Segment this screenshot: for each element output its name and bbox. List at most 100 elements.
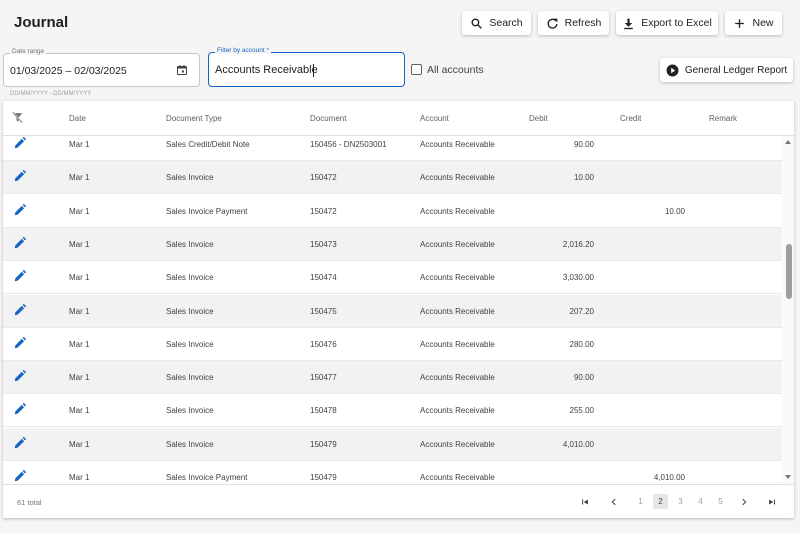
plus-icon (735, 18, 745, 28)
cell-account: Accounts Receivable (420, 173, 495, 183)
last-page-button[interactable] (764, 494, 779, 509)
cell-date: Mar 1 (69, 406, 90, 416)
table-row[interactable]: Mar 1 Sales Invoice 150472 Accounts Receiva… (3, 161, 782, 195)
account-filter-label: Filter by account * (215, 47, 272, 54)
new-button-label: New (752, 17, 774, 29)
cell-document-type: Sales Invoice (166, 373, 214, 383)
export-button-label: Export to Excel (641, 17, 712, 29)
general-ledger-report-label: General Ledger Report (684, 64, 788, 76)
cell-date: Mar 1 (69, 473, 90, 482)
cell-account: Accounts Receivable (420, 206, 495, 216)
table-row[interactable]: Mar 1 Sales Invoice 150477 Accounts Receiva… (3, 361, 782, 395)
cell-document-type: Sales Credit/Debit Note (166, 140, 250, 149)
edit-pencil-icon[interactable] (13, 369, 27, 383)
cell-document: 150474 (310, 273, 337, 283)
next-page-button[interactable] (736, 494, 751, 509)
calendar-icon[interactable] (176, 64, 188, 76)
cell-debit: 4,010.00 (562, 439, 594, 449)
column-header-document-type[interactable]: Document Type (166, 114, 222, 123)
cell-date: Mar 1 (69, 140, 90, 149)
cell-debit: 207.20 (569, 306, 594, 316)
cell-account: Accounts Receivable (420, 339, 495, 349)
table-row[interactable]: Mar 1 Sales Invoice 150475 Accounts Receiva… (3, 294, 782, 328)
cell-date: Mar 1 (69, 373, 90, 383)
first-page-button[interactable] (577, 494, 592, 509)
total-count: 61 total (17, 498, 42, 507)
cell-document-type: Sales Invoice (166, 439, 214, 449)
account-filter-input[interactable]: Filter by account * Accounts Receivable (208, 47, 405, 87)
edit-pencil-icon[interactable] (13, 169, 27, 183)
page-1-button[interactable]: 1 (633, 494, 648, 509)
table-row[interactable]: Mar 1 Sales Invoice 150478 Accounts Receiva… (3, 394, 782, 428)
scroll-down-arrow[interactable] (785, 475, 791, 479)
table-footer: 61 total 1 2 3 4 5 (3, 484, 794, 518)
table-row[interactable]: Mar 1 Sales Invoice 150474 Accounts Receiva… (3, 261, 782, 295)
table-row[interactable]: Mar 1 Sales Invoice 150473 Accounts Receiva… (3, 227, 782, 261)
cell-debit: 90.00 (573, 140, 594, 149)
cell-document-type: Sales Invoice (166, 239, 214, 249)
scroll-up-arrow[interactable] (785, 140, 791, 144)
edit-pencil-icon[interactable] (13, 402, 27, 416)
cell-date: Mar 1 (69, 439, 90, 449)
cell-document-type: Sales Invoice Payment (166, 206, 248, 216)
search-button[interactable]: Search (462, 11, 531, 35)
page-2-button[interactable]: 2 (653, 494, 668, 509)
cell-date: Mar 1 (69, 239, 90, 249)
all-accounts-checkbox[interactable] (411, 64, 422, 75)
download-icon (624, 18, 634, 29)
previous-page-button[interactable] (606, 494, 621, 509)
edit-pencil-icon[interactable] (13, 236, 27, 250)
export-excel-button[interactable]: Export to Excel (616, 11, 718, 35)
cell-date: Mar 1 (69, 273, 90, 283)
column-header-date[interactable]: Date (69, 114, 86, 123)
search-icon (471, 17, 483, 29)
cell-document-type: Sales Invoice (166, 173, 214, 183)
cell-document: 150473 (310, 239, 337, 249)
cell-debit: 2,016.20 (562, 239, 594, 249)
scrollbar-thumb[interactable] (786, 244, 792, 299)
column-header-document[interactable]: Document (310, 114, 346, 123)
cell-document: 150472 (310, 206, 337, 216)
cell-document-type: Sales Invoice Payment (166, 473, 248, 482)
edit-pencil-icon[interactable] (13, 303, 27, 317)
vertical-scrollbar[interactable] (783, 136, 794, 484)
cell-date: Mar 1 (69, 206, 90, 216)
column-header-credit[interactable]: Credit (620, 114, 641, 123)
edit-pencil-icon[interactable] (13, 469, 27, 483)
page-5-button[interactable]: 5 (713, 494, 728, 509)
date-format-hint: DD/MM/YYYY - DD/MM/YYYY (10, 91, 92, 97)
edit-pencil-icon[interactable] (13, 436, 27, 450)
table-row[interactable]: Mar 1 Sales Credit/Debit Note 150456 - DN2… (3, 136, 782, 161)
edit-pencil-icon[interactable] (13, 203, 27, 217)
refresh-button[interactable]: Refresh (538, 11, 609, 35)
edit-pencil-icon[interactable] (13, 336, 27, 350)
chevron-right-icon (741, 498, 746, 505)
cell-date: Mar 1 (69, 173, 90, 183)
column-header-remark[interactable]: Remark (709, 114, 737, 123)
general-ledger-report-button[interactable]: General Ledger Report (660, 58, 793, 82)
cell-account: Accounts Receivable (420, 239, 495, 249)
table-row[interactable]: Mar 1 Sales Invoice 150479 Accounts Receiva… (3, 427, 782, 461)
date-range-field[interactable]: Date range 01/03/2025 – 02/03/2025 (3, 48, 200, 87)
text-cursor (313, 64, 314, 77)
cell-document: 150476 (310, 339, 337, 349)
filter-off-icon[interactable] (11, 111, 24, 124)
cell-account: Accounts Receivable (420, 473, 495, 482)
cell-document-type: Sales Invoice (166, 273, 214, 283)
column-header-account[interactable]: Account (420, 114, 449, 123)
table-row[interactable]: Mar 1 Sales Invoice Payment 150479 Accounts… (3, 461, 782, 484)
cell-debit: 90.00 (573, 373, 594, 383)
cell-document: 150475 (310, 306, 337, 316)
column-header-debit[interactable]: Debit (529, 114, 548, 123)
page-4-button[interactable]: 4 (693, 494, 708, 509)
page-3-button[interactable]: 3 (673, 494, 688, 509)
edit-pencil-icon[interactable] (13, 136, 27, 150)
edit-pencil-icon[interactable] (13, 269, 27, 283)
table-row[interactable]: Mar 1 Sales Invoice 150476 Accounts Receiva… (3, 328, 782, 361)
all-accounts-label: All accounts (427, 64, 484, 76)
last-page-icon (768, 499, 775, 504)
new-button[interactable]: New (725, 11, 782, 35)
play-circle-icon (666, 64, 679, 76)
table-row[interactable]: Mar 1 Sales Invoice Payment 150472 Accounts… (3, 195, 782, 228)
cell-document: 150456 - DN2503001 (310, 140, 387, 149)
